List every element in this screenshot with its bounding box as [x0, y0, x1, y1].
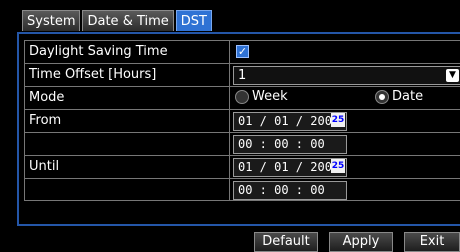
- exit-button[interactable]: Exit: [404, 232, 460, 252]
- row-from-time: 00 : 00 : 00: [24, 132, 460, 155]
- calendar-icon[interactable]: 25: [331, 159, 345, 173]
- column-divider: [229, 133, 230, 155]
- tab-date-time[interactable]: Date & Time: [82, 10, 174, 31]
- row-until-time: 00 : 00 : 00: [24, 178, 460, 201]
- column-divider: [229, 179, 230, 200]
- time-offset-value: 1: [238, 68, 247, 83]
- tab-system[interactable]: System: [22, 10, 81, 31]
- default-button[interactable]: Default: [254, 232, 318, 252]
- column-divider: [229, 87, 230, 109]
- tab-dst[interactable]: DST: [175, 10, 212, 31]
- mode-week-label[interactable]: Week: [252, 89, 288, 104]
- chevron-down-icon[interactable]: ▼: [446, 69, 459, 82]
- calendar-icon[interactable]: 25: [331, 113, 345, 127]
- dst-settings-panel: Daylight Saving Time ✓ Time Offset [Hour…: [17, 32, 460, 226]
- button-bar: Default Apply Exit: [0, 228, 460, 252]
- daylight-saving-checkbox[interactable]: ✓: [236, 45, 249, 58]
- column-divider: [229, 64, 230, 86]
- tab-bar: System Date & Time DST: [22, 10, 212, 32]
- apply-button[interactable]: Apply: [329, 232, 393, 252]
- row-time-offset: Time Offset [Hours] 1 ▼: [24, 63, 460, 86]
- until-time-field[interactable]: 00 : 00 : 00: [233, 181, 347, 200]
- mode-date-radio[interactable]: [375, 90, 389, 104]
- column-divider: [229, 156, 230, 178]
- daylight-saving-label: Daylight Saving Time: [29, 44, 168, 59]
- from-time-field[interactable]: 00 : 00 : 00: [233, 135, 347, 154]
- row-until-date: Until 01 / 01 / 2008 25: [24, 155, 460, 178]
- mode-week-radio[interactable]: [235, 90, 249, 104]
- settings-grid: Daylight Saving Time ✓ Time Offset [Hour…: [24, 40, 460, 201]
- column-divider: [229, 110, 230, 132]
- row-mode: Mode Week Date: [24, 86, 460, 109]
- until-date-field[interactable]: 01 / 01 / 2008: [233, 158, 347, 177]
- mode-date-label[interactable]: Date: [392, 89, 423, 104]
- column-divider: [229, 41, 230, 63]
- mode-label: Mode: [29, 90, 65, 105]
- time-offset-select[interactable]: 1 ▼: [233, 66, 460, 85]
- time-offset-label: Time Offset [Hours]: [29, 67, 157, 82]
- row-daylight-saving: Daylight Saving Time ✓: [24, 40, 460, 63]
- row-from-date: From 01 / 01 / 2008 25: [24, 109, 460, 132]
- until-label: Until: [29, 159, 60, 174]
- from-label: From: [29, 113, 62, 128]
- from-date-field[interactable]: 01 / 01 / 2008: [233, 112, 347, 131]
